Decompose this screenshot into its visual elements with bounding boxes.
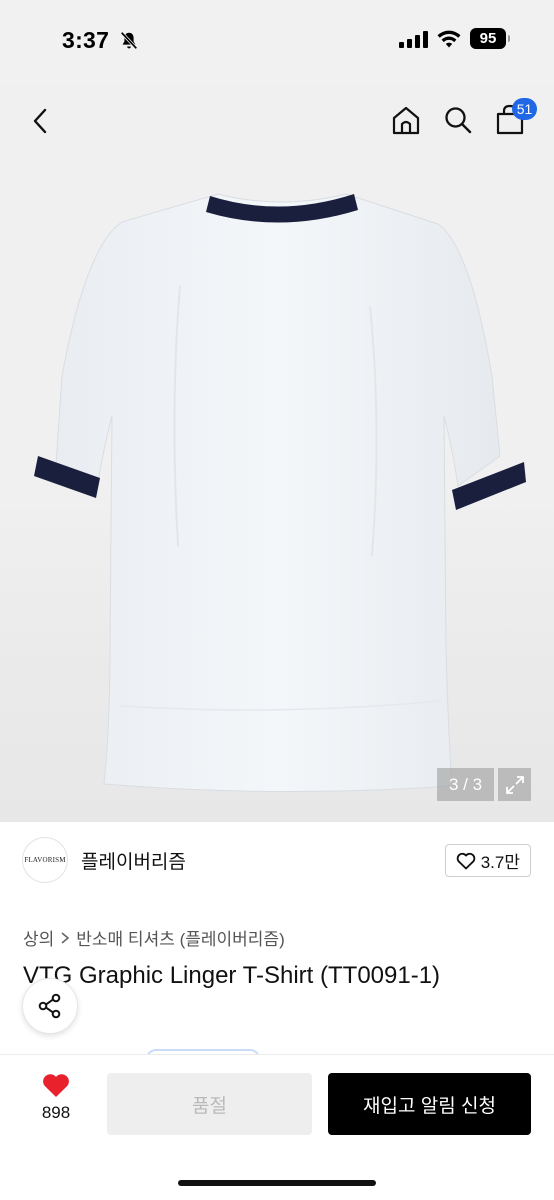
image-counter: 3 / 3 — [437, 768, 494, 801]
search-icon — [445, 107, 472, 134]
tshirt-image — [34, 193, 526, 793]
status-bar: 3:37 95 — [0, 0, 554, 86]
signal-icon — [399, 30, 428, 48]
brand-name[interactable]: 플레이버리즘 — [81, 847, 186, 874]
wishlist-count: 898 — [41, 1103, 71, 1122]
brand-like-count: 3.7만 — [480, 853, 520, 872]
heart-filled-icon — [43, 1074, 69, 1097]
soldout-button: 품절 — [107, 1073, 312, 1135]
wishlist-button[interactable]: 898 — [22, 1072, 90, 1132]
breadcrumb-category[interactable]: 상의 — [23, 925, 54, 950]
expand-icon — [505, 775, 524, 794]
battery-icon: 95 — [470, 28, 510, 49]
home-icon — [392, 106, 420, 135]
chevron-right-icon — [61, 931, 70, 944]
home-indicator — [178, 1180, 376, 1186]
brand-like-button[interactable]: 3.7만 — [444, 844, 531, 877]
breadcrumb-subcategory[interactable]: 반소매 티셔츠 (플레이버리즘) — [76, 925, 284, 950]
heart-outline-icon — [456, 852, 475, 869]
brand-row: FLAVORISM 플레이버리즘 3.7만 — [0, 836, 554, 884]
status-time: 3:37 — [62, 27, 110, 53]
brand-logo[interactable]: FLAVORISM — [22, 837, 68, 883]
chevron-left-icon — [33, 108, 47, 134]
cart-count-badge: 51 — [512, 98, 537, 120]
product-image[interactable] — [0, 86, 554, 822]
status-indicators: 95 — [399, 28, 510, 49]
breadcrumb: 상의 반소매 티셔츠 (플레이버리즘) — [23, 925, 285, 950]
home-button[interactable] — [388, 102, 424, 138]
bell-slash-icon — [120, 31, 138, 50]
top-nav-actions: 51 — [388, 98, 537, 138]
share-icon — [38, 993, 61, 1019]
expand-image-button[interactable] — [498, 768, 531, 801]
search-button[interactable] — [440, 102, 476, 138]
wifi-icon — [437, 30, 461, 47]
product-title: VTG Graphic Linger T-Shirt (TT0091-1) — [23, 962, 441, 989]
restock-alert-button[interactable]: 재입고 알림 신청 — [328, 1073, 531, 1135]
share-button[interactable] — [22, 978, 78, 1034]
back-button[interactable] — [26, 106, 54, 136]
cart-button[interactable]: 51 — [492, 98, 537, 138]
